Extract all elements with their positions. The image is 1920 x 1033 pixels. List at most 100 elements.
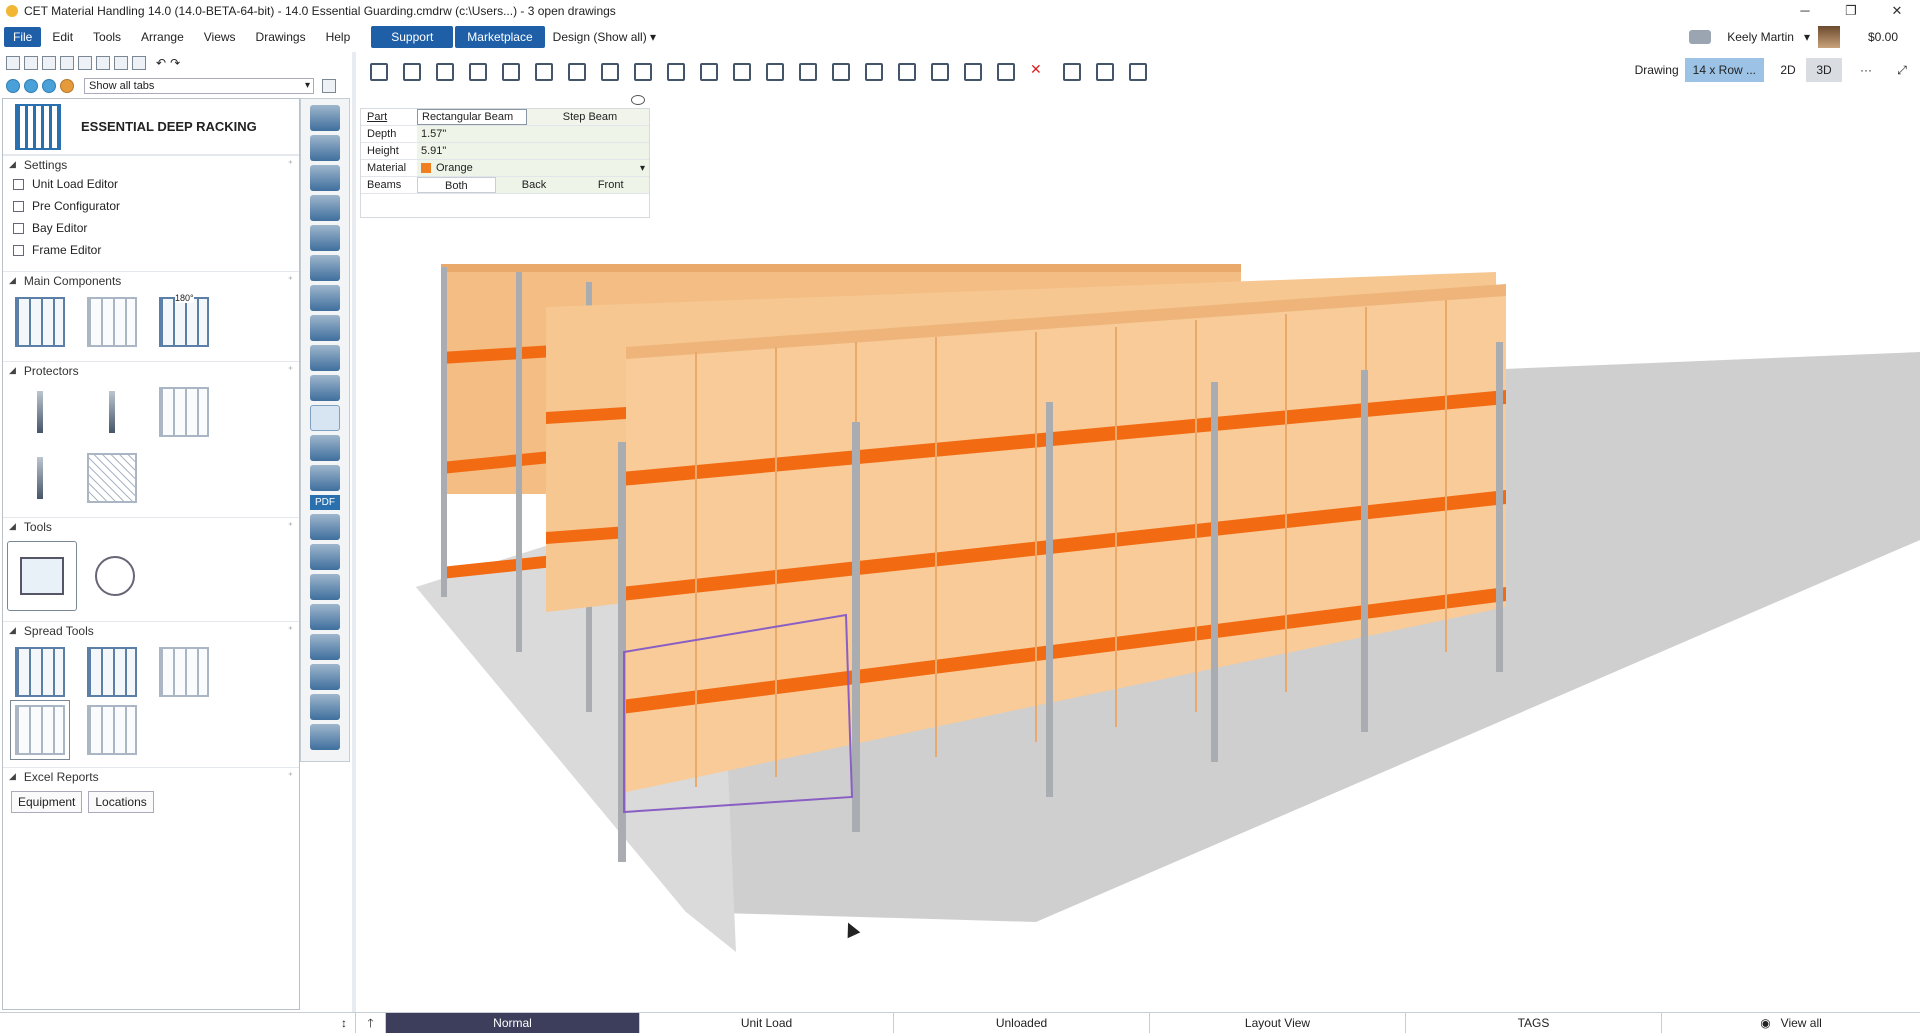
pin-icon[interactable]: ⁺ [288,521,293,532]
deflector-icon[interactable] [15,453,65,503]
new-file-icon[interactable] [6,56,20,70]
bay-front-icon[interactable] [310,514,340,540]
close-button[interactable]: ✕ [1874,0,1920,22]
link-icon[interactable] [310,315,340,341]
fan-icon[interactable] [310,165,340,191]
avatar[interactable] [1817,26,1840,48]
camera-icon[interactable] [1689,30,1712,44]
section-settings[interactable]: ◢ Settings ⁺ [3,155,299,173]
menu-tools[interactable]: Tools [84,27,130,47]
t-beam-icon[interactable] [310,285,340,311]
status-normal[interactable]: Normal [386,1012,640,1033]
beams-both-option[interactable]: Both [417,177,496,193]
material-select[interactable]: Orange ▾ [417,160,649,176]
minimize-button[interactable]: ─ [1782,0,1828,22]
pre-configurator-item[interactable]: Pre Configurator [3,195,299,217]
arm-icon[interactable] [310,195,340,221]
document-stack-icon[interactable] [310,634,340,660]
copy-icon[interactable] [114,56,128,70]
menu-drawings[interactable]: Drawings [247,27,315,47]
box-icon[interactable] [310,135,340,161]
beam-icon[interactable] [310,105,340,131]
ring-icon[interactable] [310,345,340,371]
column-protector-icon[interactable] [15,387,65,437]
restore-button[interactable]: ❐ [1828,0,1874,22]
hide-eye-icon[interactable] [631,95,645,105]
depth-field[interactable]: 1.57" [417,126,649,142]
status-up-icon[interactable]: 🡑 [356,1012,386,1033]
equipment-button[interactable]: Equipment [11,791,83,813]
part-option-step[interactable]: Step Beam [527,109,649,125]
status-tags[interactable]: TAGS [1406,1012,1662,1033]
frame-pair-icon[interactable] [310,435,340,461]
section-tools[interactable]: ◢ Tools ⁺ [3,517,299,535]
spread-multi-icon[interactable] [10,700,70,760]
print-icon[interactable] [78,56,92,70]
viewport-3d[interactable]: Drawing 14 x Row ... 2D 3D ··· ⤢ [356,52,1920,1012]
user-name[interactable]: Keely Martin [1727,30,1794,44]
camera-settings-icon[interactable] [310,694,340,720]
lamp-icon[interactable] [310,225,340,251]
forklift-icon[interactable] [310,724,340,750]
status-view-all[interactable]: ◉ View all [1662,1013,1920,1033]
height-field[interactable]: 5.91" [417,143,649,159]
open-folder-icon[interactable] [24,56,38,70]
grid-icon[interactable] [310,255,340,281]
section-main-components[interactable]: ◢ Main Components ⁺ [3,271,299,289]
bay-editor-item[interactable]: Bay Editor [3,217,299,239]
menu-arrange[interactable]: Arrange [132,27,193,47]
upright-guard-icon[interactable] [87,387,137,437]
section-excel-reports[interactable]: ◢ Excel Reports ⁺ [3,767,299,785]
page-icon[interactable] [60,56,74,70]
door-icon[interactable] [310,574,340,600]
documents-icon[interactable] [310,604,340,630]
frame-editor-item[interactable]: Frame Editor [3,239,299,261]
marketplace-button[interactable]: Marketplace [455,26,545,48]
end-guard-icon[interactable] [159,387,209,437]
menu-file[interactable]: File [4,27,42,47]
status-unloaded[interactable]: Unloaded [894,1012,1150,1033]
down-icon[interactable] [42,79,56,93]
tab-filter-select[interactable]: Show all tabs [84,78,314,94]
pin-icon[interactable]: ⁺ [288,275,293,286]
locations-button[interactable]: Locations [88,791,154,813]
rack-bay-icon[interactable] [15,297,65,347]
stand-icon[interactable] [310,375,340,401]
part-option-rectangular[interactable]: Rectangular Beam [417,109,527,125]
menu-help[interactable]: Help [317,27,360,47]
save-icon[interactable] [42,56,56,70]
panel-options-icon[interactable] [322,79,336,93]
cut-icon[interactable] [96,56,110,70]
pin-icon[interactable]: ⁺ [288,365,293,376]
frame-panel-icon[interactable] [87,297,137,347]
status-layout-view[interactable]: Layout View [1150,1012,1406,1033]
spread-grid-icon[interactable] [15,647,65,697]
table-tool-button[interactable] [7,541,77,611]
section-protectors[interactable]: ◢ Protectors ⁺ [3,361,299,379]
section-spread-tools[interactable]: ◢ Spread Tools ⁺ [3,621,299,639]
paste-icon[interactable] [132,56,146,70]
menu-views[interactable]: Views [195,27,245,47]
back-icon[interactable] [6,79,20,93]
beams-front-option[interactable]: Front [572,177,650,193]
rotate-bay-icon[interactable]: 180° [159,293,209,347]
chevron-down-icon[interactable]: ▾ [1804,30,1810,44]
status-resize-handle[interactable]: ↕ [0,1012,356,1033]
design-dropdown[interactable]: Design (Show all) ▾ [553,30,656,44]
pin-icon[interactable]: ⁺ [288,771,293,782]
status-unit-load[interactable]: Unit Load [640,1012,894,1033]
document-search-icon[interactable] [310,664,340,690]
menu-edit[interactable]: Edit [43,27,82,47]
racking-icon[interactable] [310,405,340,431]
support-button[interactable]: Support [371,26,454,48]
spread-single-icon[interactable] [87,705,137,755]
pin-icon[interactable]: ⁺ [288,159,293,170]
spread-column-icon[interactable] [87,647,137,697]
undo-icon[interactable]: ↶ [156,56,166,70]
unit-load-editor-item[interactable]: Unit Load Editor [3,173,299,195]
stairs-icon[interactable] [310,544,340,570]
home-icon[interactable] [60,79,74,93]
layers-icon[interactable] [310,465,340,491]
mesh-panel-icon[interactable] [87,453,137,503]
beams-back-option[interactable]: Back [495,177,573,193]
